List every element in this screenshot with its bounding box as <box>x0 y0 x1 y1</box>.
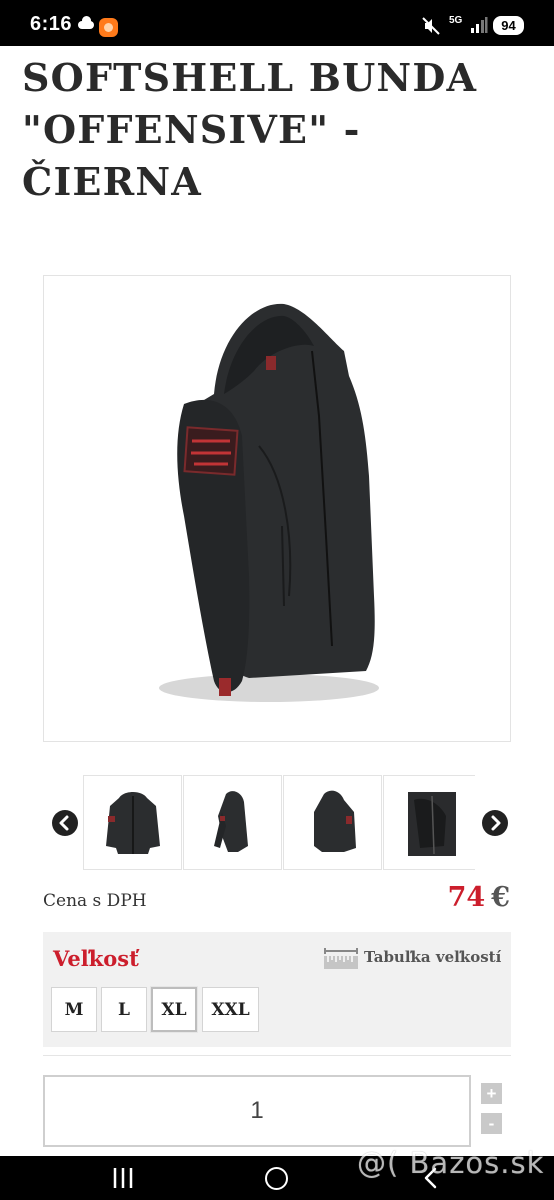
size-option-xl[interactable]: XL <box>151 987 197 1032</box>
thumbnail-strip <box>83 775 475 870</box>
jacket-image <box>159 303 379 702</box>
signal-icon <box>471 17 488 33</box>
size-label: Veľkosť <box>53 946 139 971</box>
price-value: 74 € <box>448 882 510 913</box>
product-main-image[interactable] <box>43 275 511 742</box>
status-bar: 6:16 5G 94 <box>0 0 554 46</box>
cloud-icon <box>78 16 94 29</box>
quantity-plus-button[interactable]: + <box>481 1083 502 1104</box>
size-panel: Veľkosť Tabuľka veľkostí M L XL XXL <box>43 932 511 1047</box>
thumbnail-4[interactable] <box>383 775 475 870</box>
ruler-icon <box>324 948 358 969</box>
jacket-detail-thumbnail <box>408 792 456 856</box>
jacket-side-thumbnail <box>214 791 248 852</box>
divider <box>43 1055 511 1056</box>
size-option-l[interactable]: L <box>101 987 147 1032</box>
price-amount: 74 <box>447 882 486 913</box>
quantity-minus-button[interactable]: - <box>481 1113 502 1134</box>
home-icon[interactable] <box>265 1167 288 1190</box>
status-time: 6:16 <box>30 13 73 35</box>
price-label: Cena s DPH <box>43 891 147 911</box>
price-currency: € <box>491 882 510 913</box>
size-table-text: Tabuľka veľkostí <box>364 948 502 966</box>
network-type: 5G <box>449 15 463 26</box>
quantity-input[interactable]: 1 <box>43 1075 471 1147</box>
thumbnail-prev-button[interactable] <box>52 810 78 836</box>
jacket-back-thumbnail <box>314 790 356 852</box>
product-title: SOFTSHELL BUNDA "OFFENSIVE" - ČIERNA <box>22 55 478 204</box>
thumbnail-2[interactable] <box>183 775 282 870</box>
chevron-right-icon <box>491 815 501 831</box>
thumbnail-next-button[interactable] <box>482 810 508 836</box>
size-option-m[interactable]: M <box>51 987 97 1032</box>
size-option-xxl[interactable]: XXL <box>202 987 259 1032</box>
size-table-link[interactable]: Tabuľka veľkostí <box>323 946 503 972</box>
mute-icon <box>422 17 440 35</box>
recents-icon[interactable] <box>110 1164 136 1192</box>
app-notification-icon <box>99 18 118 37</box>
battery-icon: 94 <box>493 16 524 35</box>
thumbnail-1[interactable] <box>83 775 182 870</box>
watermark: @( Bazos.sk <box>357 1146 545 1180</box>
thumbnail-3[interactable] <box>283 775 382 870</box>
chevron-left-icon <box>59 815 69 831</box>
jacket-front-thumbnail <box>106 792 160 854</box>
